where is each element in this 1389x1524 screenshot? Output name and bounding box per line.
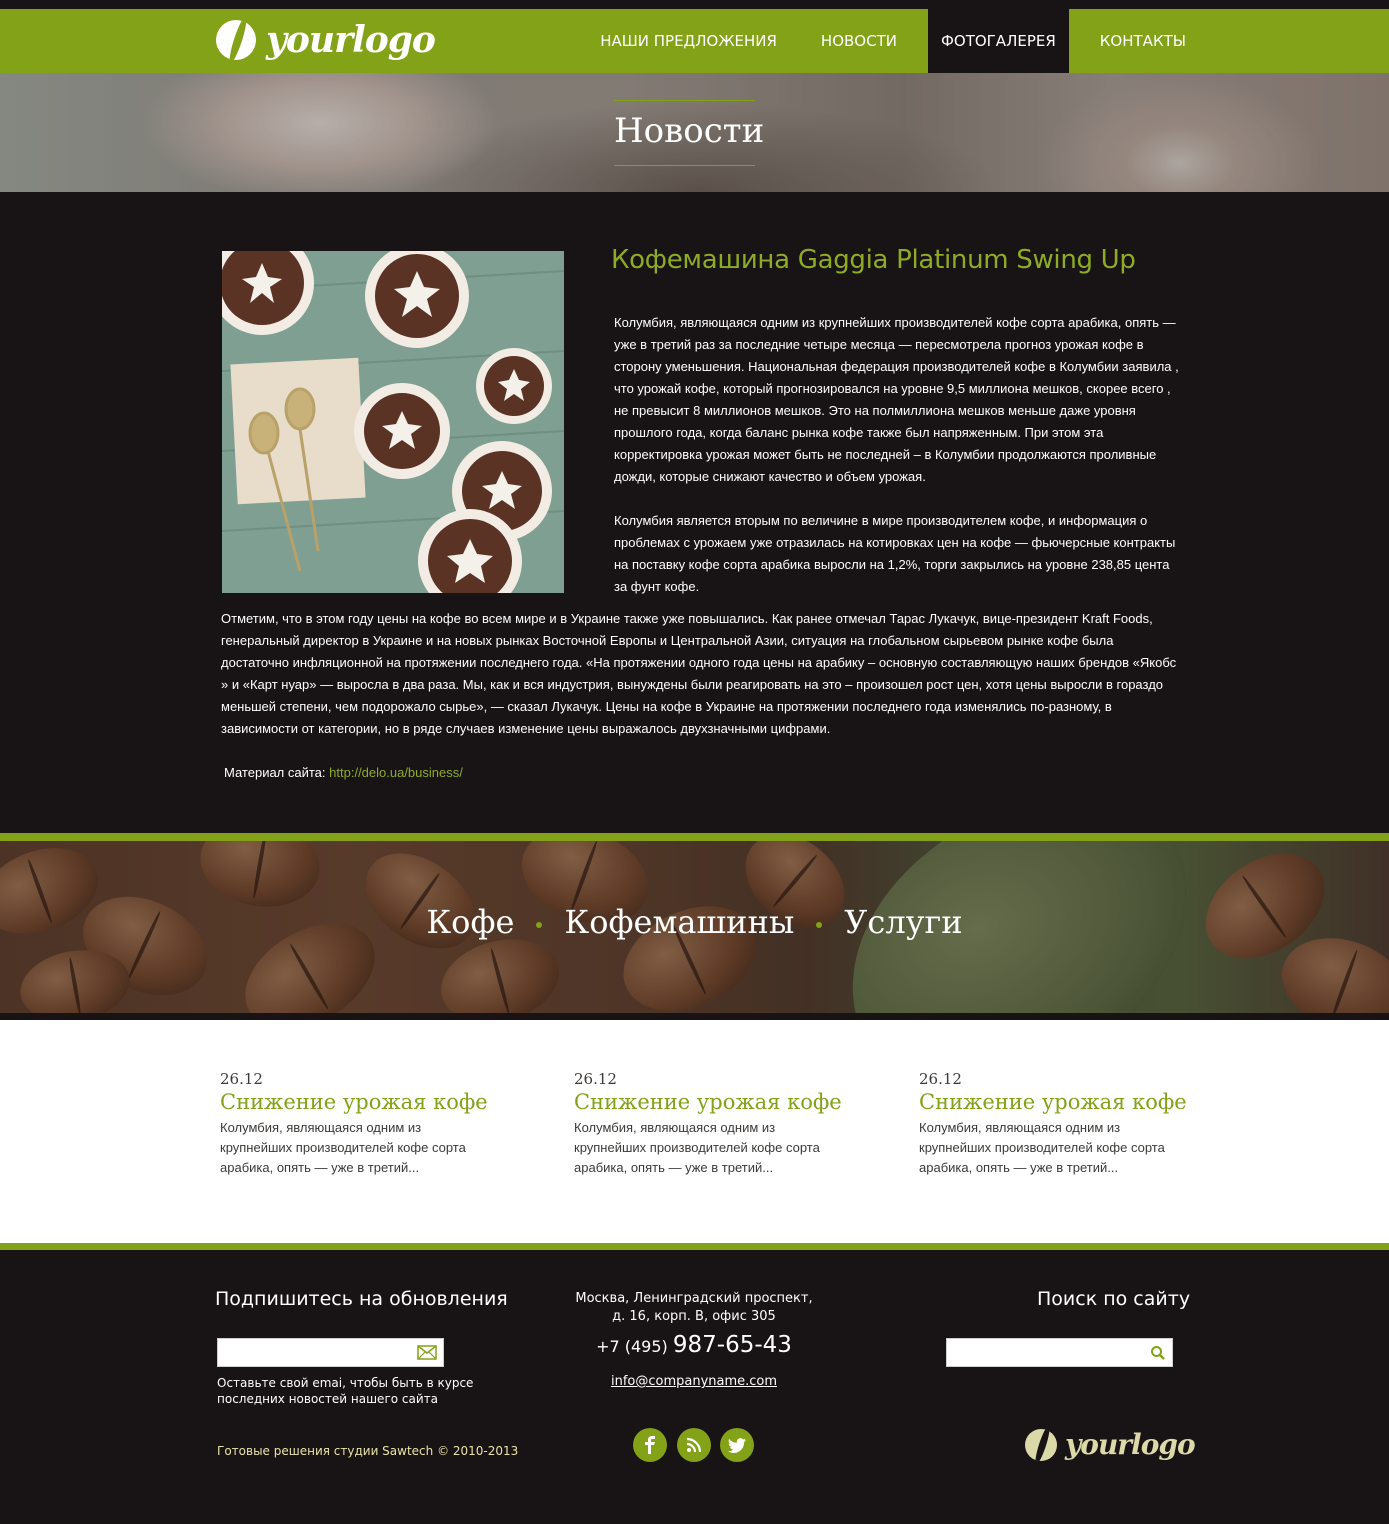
band-top-line	[0, 833, 1389, 841]
article-source: Материал сайта: http://delo.ua/business/	[224, 762, 463, 784]
search-icon[interactable]	[1150, 1345, 1166, 1366]
news-item: 26.12 Снижение урожая кофе Колумбия, явл…	[220, 1070, 500, 1178]
news-excerpt: Колумбия, являющаяся одним из крупнейших…	[574, 1120, 820, 1175]
category-link-machines[interactable]: Кофемашины	[564, 903, 794, 941]
footer-logo[interactable]: yourlogo	[1025, 1428, 1196, 1461]
nav-item-news[interactable]: Новости	[808, 9, 910, 73]
source-link[interactable]: http://delo.ua/business/	[329, 765, 463, 780]
news-excerpt: Колумбия, являющаяся одним из крупнейших…	[220, 1120, 466, 1175]
top-strip	[0, 0, 1389, 9]
envelope-icon[interactable]	[417, 1345, 437, 1365]
band-bottom-line	[0, 1013, 1389, 1020]
subscribe-note: Оставьте свой emai, чтобы быть в курсе п…	[217, 1376, 474, 1406]
main-nav: Наши предложения Новости Фотогалерея Кон…	[569, 9, 1199, 81]
news-title[interactable]: Снижение урожая кофе	[220, 1090, 500, 1114]
subscribe-heading: Подпишитесь на обновления	[215, 1288, 508, 1310]
coffee-bean-icon	[1025, 1429, 1057, 1461]
facebook-icon[interactable]	[633, 1428, 667, 1462]
address-line: д. 16, корп. В, офис 305	[612, 1309, 776, 1324]
article-paragraph: Колумбия, являющаяся одним из крупнейших…	[614, 315, 1179, 484]
hero-title-frame: Новости	[614, 100, 764, 166]
phone-number: 987-65-43	[672, 1332, 792, 1358]
article-title: Кофемашина Gaggia Platinum Swing Up	[611, 245, 1136, 275]
source-label: Материал сайта:	[224, 765, 326, 780]
category-link-services[interactable]: Услуги	[844, 903, 962, 941]
twitter-icon[interactable]	[720, 1428, 754, 1462]
phone: +7 (495) 987-65-43	[544, 1332, 844, 1358]
category-band: Кофе Кофемашины Услуги	[0, 841, 1389, 1013]
site-footer: Подпишитесь на обновления Оставьте свой …	[0, 1250, 1389, 1524]
hero-banner: Новости	[0, 73, 1389, 192]
article-paragraph: Колумбия является вторым по величине в м…	[614, 513, 1176, 594]
rss-icon[interactable]	[677, 1428, 711, 1462]
news-item: 26.12 Снижение урожая кофе Колумбия, явл…	[574, 1070, 854, 1178]
nav-item-gallery[interactable]: Фотогалерея	[927, 9, 1069, 81]
nav-item-offers[interactable]: Наши предложения	[587, 9, 790, 73]
site-logo[interactable]: yourlogo	[216, 19, 436, 61]
category-link-coffee[interactable]: Кофе	[426, 903, 514, 941]
logo-text: yourlogo	[266, 19, 436, 61]
news-section: 26.12 Снижение урожая кофе Колумбия, явл…	[0, 1020, 1389, 1243]
article-image	[222, 251, 564, 593]
footer-top-line	[0, 1243, 1389, 1250]
separator-dot	[816, 922, 823, 928]
news-excerpt: Колумбия, являющаяся одним из крупнейших…	[919, 1120, 1165, 1175]
address-line: Москва, Ленинградский проспект,	[575, 1291, 813, 1306]
coffee-bean-icon	[216, 20, 256, 60]
address: Москва, Ленинградский проспект, д. 16, к…	[544, 1290, 844, 1326]
site-header: yourlogo Наши предложения Новости Фотога…	[0, 9, 1389, 81]
article-paragraph: Отметим, что в этом году цены на кофе во…	[221, 611, 1177, 736]
news-date: 26.12	[220, 1070, 263, 1088]
news-item: 26.12 Снижение урожая кофе Колумбия, явл…	[919, 1070, 1199, 1178]
footer-logo-text: yourlogo	[1065, 1428, 1196, 1461]
nav-item-contacts[interactable]: Контакты	[1087, 9, 1199, 73]
category-menu: Кофе Кофемашины Услуги	[0, 903, 1389, 941]
page-title: Новости	[614, 111, 765, 151]
news-title[interactable]: Снижение урожая кофе	[919, 1090, 1199, 1114]
copyright: Готовые решения студии Sawtech © 2010-20…	[217, 1444, 519, 1458]
email-link[interactable]: info@companyname.com	[544, 1374, 844, 1389]
search-heading: Поиск по сайту	[1037, 1288, 1191, 1310]
news-date: 26.12	[919, 1070, 962, 1088]
separator-dot	[536, 922, 543, 928]
phone-code: +7 (495)	[596, 1337, 668, 1356]
news-title[interactable]: Снижение урожая кофе	[574, 1090, 854, 1114]
search-input[interactable]	[946, 1338, 1173, 1367]
subscribe-email-input[interactable]	[217, 1338, 444, 1367]
news-date: 26.12	[574, 1070, 617, 1088]
